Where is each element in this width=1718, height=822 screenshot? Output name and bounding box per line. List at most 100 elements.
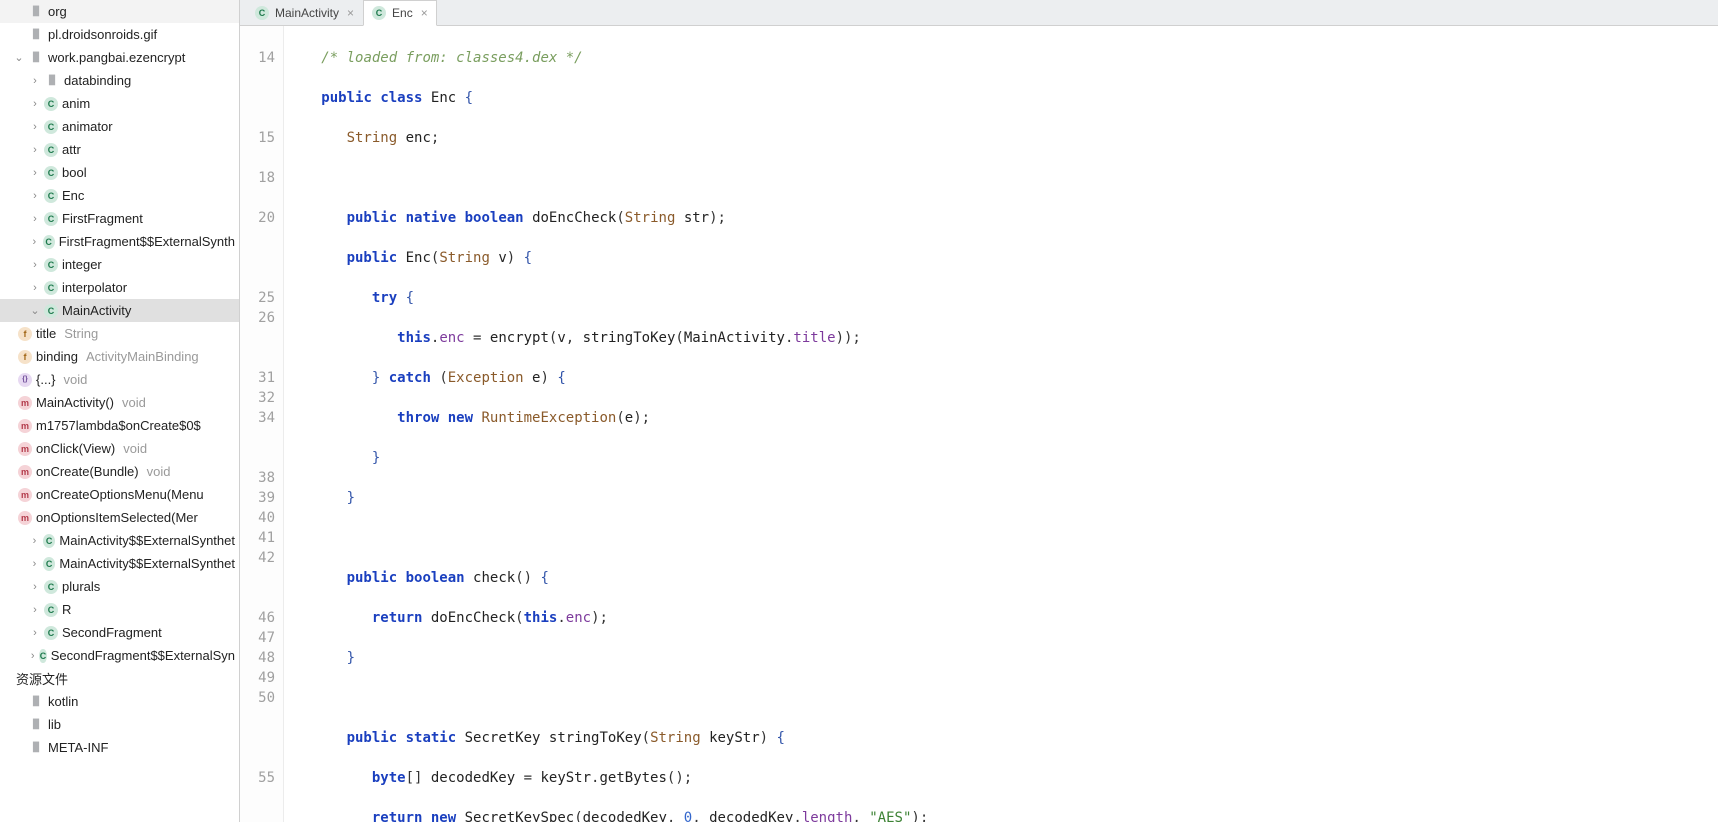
tree-item[interactable]: {...}void xyxy=(0,368,239,391)
tree-item[interactable]: interpolator xyxy=(0,276,239,299)
line-number: 48 xyxy=(244,648,275,668)
tree-label: MainActivity() xyxy=(36,395,114,410)
field-icon xyxy=(18,350,32,364)
tree-label: integer xyxy=(62,257,102,272)
line-number xyxy=(244,68,275,88)
tree-item[interactable]: MainActivity$$ExternalSynthet xyxy=(0,552,239,575)
line-number: 15 xyxy=(244,128,275,148)
tree-item[interactable]: MainActivity()void xyxy=(0,391,239,414)
line-number xyxy=(244,188,275,208)
expand-arrow-icon[interactable] xyxy=(14,51,24,64)
tree-item[interactable]: org xyxy=(0,0,239,23)
expand-arrow-icon[interactable] xyxy=(30,535,39,547)
line-number xyxy=(244,448,275,468)
block-icon xyxy=(18,373,32,387)
folder-icon xyxy=(28,4,44,20)
class-icon xyxy=(44,258,58,272)
expand-arrow-icon[interactable] xyxy=(30,98,40,110)
line-number: 40 xyxy=(244,508,275,528)
tree-item[interactable]: onClick(View)void xyxy=(0,437,239,460)
expand-arrow-icon[interactable] xyxy=(30,627,40,639)
expand-arrow-icon[interactable] xyxy=(30,604,40,616)
tree-label: interpolator xyxy=(62,280,127,295)
expand-arrow-icon[interactable] xyxy=(30,259,40,271)
expand-arrow-icon[interactable] xyxy=(30,282,40,294)
tree-item[interactable]: bindingActivityMainBinding xyxy=(0,345,239,368)
expand-arrow-icon[interactable] xyxy=(30,650,35,662)
tree-item[interactable]: onOptionsItemSelected(Mer xyxy=(0,506,239,529)
expand-arrow-icon[interactable] xyxy=(30,167,40,179)
project-tree[interactable]: orgpl.droidsonroids.gifwork.pangbai.ezen… xyxy=(0,0,240,822)
line-number: 50 xyxy=(244,688,275,708)
tree-item[interactable]: m1757lambda$onCreate$0$ xyxy=(0,414,239,437)
tree-label: SecondFragment$$ExternalSyn xyxy=(51,648,235,663)
tree-label: MainActivity xyxy=(62,303,131,318)
method-icon xyxy=(18,488,32,502)
expand-arrow-icon[interactable] xyxy=(30,304,40,317)
tree-item[interactable]: plurals xyxy=(0,575,239,598)
tree-item[interactable]: SecondFragment$$ExternalSyn xyxy=(0,644,239,667)
expand-arrow-icon[interactable] xyxy=(30,236,39,248)
tree-item[interactable]: R xyxy=(0,598,239,621)
tree-item[interactable]: work.pangbai.ezencrypt xyxy=(0,46,239,69)
expand-arrow-icon[interactable] xyxy=(30,75,40,87)
tree-item[interactable]: 资源文件 xyxy=(0,667,239,690)
expand-arrow-icon[interactable] xyxy=(30,190,40,202)
tree-item[interactable]: lib xyxy=(0,713,239,736)
close-icon[interactable]: × xyxy=(347,6,354,20)
tree-item[interactable]: FirstFragment xyxy=(0,207,239,230)
class-icon xyxy=(44,626,58,640)
code[interactable]: /* loaded from: classes4.dex */ public c… xyxy=(284,26,1718,822)
tree-item[interactable]: onCreateOptionsMenu(Menu xyxy=(0,483,239,506)
expand-arrow-icon[interactable] xyxy=(30,121,40,133)
expand-arrow-icon[interactable] xyxy=(30,581,40,593)
folder-icon xyxy=(28,694,44,710)
tree-item[interactable]: MainActivity$$ExternalSynthet xyxy=(0,529,239,552)
class-icon xyxy=(44,281,58,295)
tree-type-suffix: void xyxy=(64,372,88,387)
class-icon xyxy=(44,603,58,617)
close-icon[interactable]: × xyxy=(421,6,428,20)
line-number: 25 xyxy=(244,288,275,308)
expand-arrow-icon[interactable] xyxy=(30,144,40,156)
tree-item[interactable]: pl.droidsonroids.gif xyxy=(0,23,239,46)
tree-label: binding xyxy=(36,349,78,364)
tree-item[interactable]: kotlin xyxy=(0,690,239,713)
tree-label: META-INF xyxy=(48,740,108,755)
editor-tab[interactable]: Enc× xyxy=(363,0,437,26)
tree-label: kotlin xyxy=(48,694,78,709)
folder-icon xyxy=(28,740,44,756)
tree-item[interactable]: onCreate(Bundle)void xyxy=(0,460,239,483)
class-icon xyxy=(44,120,58,134)
line-number xyxy=(244,568,275,588)
tree-item[interactable]: SecondFragment xyxy=(0,621,239,644)
tree-item[interactable]: META-INF xyxy=(0,736,239,759)
tree-item[interactable]: Enc xyxy=(0,184,239,207)
tree-item[interactable]: titleString xyxy=(0,322,239,345)
folder-icon xyxy=(28,50,44,66)
tree-item[interactable]: FirstFragment$$ExternalSynth xyxy=(0,230,239,253)
line-number: 38 xyxy=(244,468,275,488)
line-number xyxy=(244,328,275,348)
tree-item[interactable]: integer xyxy=(0,253,239,276)
tree-label: onCreateOptionsMenu(Menu xyxy=(36,487,204,502)
folder-icon xyxy=(44,73,60,89)
class-icon xyxy=(372,6,386,20)
class-icon xyxy=(44,143,58,157)
tree-item[interactable]: animator xyxy=(0,115,239,138)
class-icon xyxy=(39,649,46,663)
expand-arrow-icon[interactable] xyxy=(30,558,39,570)
tree-item[interactable]: anim xyxy=(0,92,239,115)
expand-arrow-icon[interactable] xyxy=(30,213,40,225)
line-number xyxy=(244,248,275,268)
editor-tab[interactable]: MainActivity× xyxy=(246,0,363,25)
folder-icon xyxy=(28,717,44,733)
class-icon xyxy=(44,580,58,594)
tree-item[interactable]: MainActivity xyxy=(0,299,239,322)
tree-label: onClick(View) xyxy=(36,441,115,456)
tree-item[interactable]: databinding xyxy=(0,69,239,92)
tree-item[interactable]: bool xyxy=(0,161,239,184)
tree-label: lib xyxy=(48,717,61,732)
tree-item[interactable]: attr xyxy=(0,138,239,161)
code-editor[interactable]: 1415182025263132343839404142464748495055… xyxy=(240,26,1718,822)
